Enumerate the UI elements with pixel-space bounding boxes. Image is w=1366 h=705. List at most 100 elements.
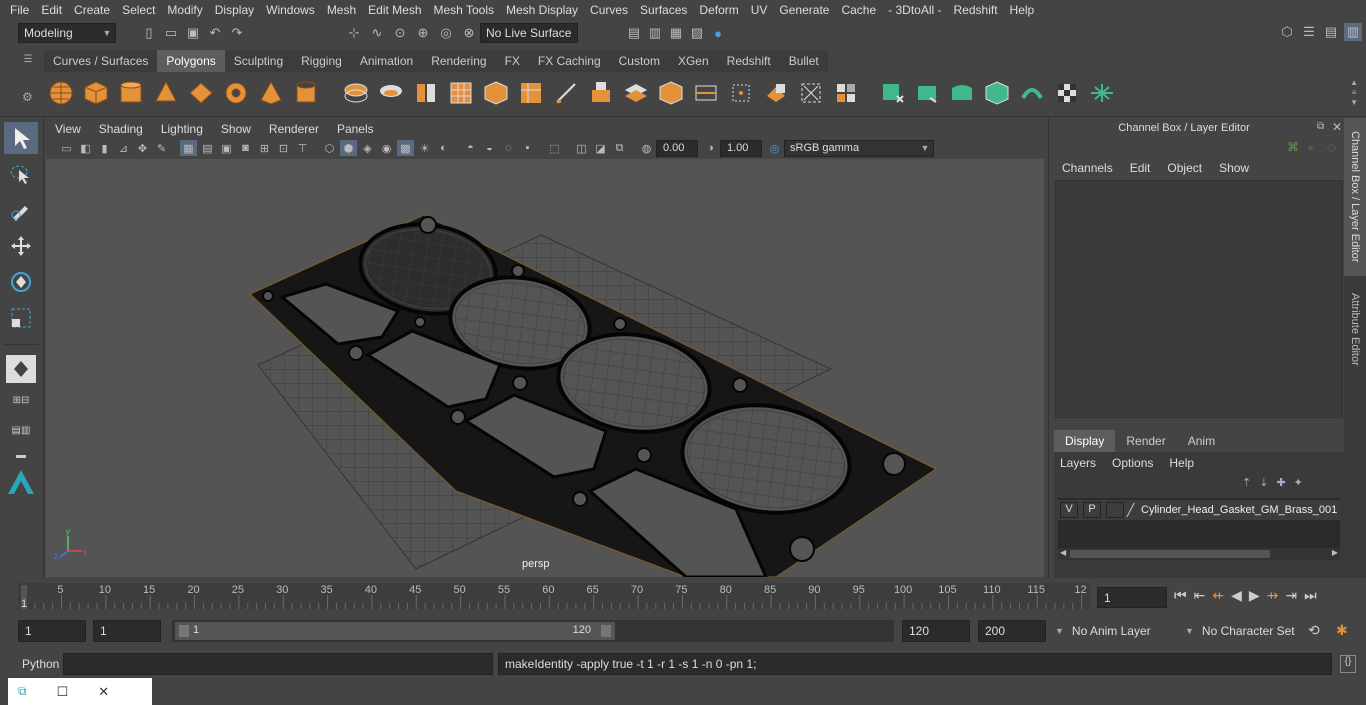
view-transform-dropdown[interactable]: sRGB gamma ▼ xyxy=(784,139,934,157)
merge-icon[interactable] xyxy=(656,78,686,108)
color-management-icon[interactable]: ◎ xyxy=(766,140,783,156)
menu-cache[interactable]: Cache xyxy=(835,3,882,17)
close-icon[interactable]: ✕ xyxy=(98,684,109,700)
depth-of-field-icon[interactable]: ▪ xyxy=(519,140,536,156)
play-forwards-icon[interactable]: ▶ xyxy=(1249,587,1260,604)
minimized-window-bar[interactable]: ⧉ ☐ ✕ xyxy=(8,678,152,705)
menu-mesh-display[interactable]: Mesh Display xyxy=(500,3,584,17)
image-plane-icon[interactable]: ⊿ xyxy=(115,140,132,156)
xray-components-icon[interactable]: ⧉ xyxy=(611,140,628,156)
snap-point-icon[interactable]: ⊙ xyxy=(391,24,409,42)
exposure-field[interactable]: 0.00 xyxy=(656,139,698,157)
multi-cut-icon[interactable] xyxy=(551,78,581,108)
layer-menu-options[interactable]: Options xyxy=(1110,456,1167,470)
panel-menu-shading[interactable]: Shading xyxy=(90,122,152,136)
camera-attributes-icon[interactable]: ◧ xyxy=(77,140,94,156)
poly-sphere-icon[interactable] xyxy=(46,78,76,108)
current-frame-field[interactable]: 1 xyxy=(1097,587,1167,608)
undo-icon[interactable]: ↶ xyxy=(206,24,224,42)
isolate-select-icon[interactable]: ⬚ xyxy=(546,140,563,156)
new-layer-selected-icon[interactable]: ✦ xyxy=(1294,476,1303,489)
panel-menu-panels[interactable]: Panels xyxy=(328,122,383,136)
screen-space-ao-icon[interactable]: ◓ xyxy=(462,140,479,156)
layer-type-toggle[interactable] xyxy=(1106,502,1124,518)
menu-select[interactable]: Select xyxy=(116,3,161,17)
auto-key-icon[interactable]: ⟲ xyxy=(1308,622,1320,639)
safe-title-icon[interactable]: ⊤ xyxy=(294,140,311,156)
lasso-tool-icon[interactable] xyxy=(4,158,38,190)
shelf-tab-fx-caching[interactable]: FX Caching xyxy=(528,50,610,72)
new-layer-icon[interactable]: ✚ xyxy=(1276,476,1285,489)
channel-box-toggle-icon[interactable]: ▥ xyxy=(1344,23,1362,41)
layer-color-icon[interactable]: ╱ xyxy=(1127,503,1141,517)
3dtoall-logo-icon[interactable] xyxy=(4,467,38,497)
shelf-tab-redshift[interactable]: Redshift xyxy=(717,50,780,72)
motion-blur-icon[interactable]: ◒ xyxy=(481,140,498,156)
shelf-menu-icon[interactable]: ☰ xyxy=(18,54,38,68)
shelf-tab-animation[interactable]: Animation xyxy=(350,50,423,72)
shelf-tab-bullet[interactable]: Bullet xyxy=(779,50,828,72)
menu-3dtoall[interactable]: - 3DtoAll - xyxy=(882,3,947,17)
animation-preferences-icon[interactable]: ✱ xyxy=(1336,622,1348,639)
hypershade-icon[interactable]: ● xyxy=(709,24,727,42)
shelf-tab-fx[interactable]: FX xyxy=(495,50,529,72)
menu-surfaces[interactable]: Surfaces xyxy=(634,3,693,17)
panel-menu-view[interactable]: View xyxy=(46,122,90,136)
tab-channel-box[interactable]: Channel Box / Layer Editor xyxy=(1344,118,1366,276)
auto-map-icon[interactable] xyxy=(796,78,826,108)
layer-row[interactable]: V P ╱ Cylinder_Head_Gasket_GM_Brass_001 xyxy=(1058,500,1340,520)
render-sequence-icon[interactable]: ▥ xyxy=(646,24,664,42)
exposure-icon[interactable]: ◍ xyxy=(638,140,655,156)
cylindrical-map-icon[interactable] xyxy=(761,78,791,108)
layer-menu-layers[interactable]: Layers xyxy=(1058,456,1110,470)
wireframe-on-shaded-icon[interactable]: ◈ xyxy=(359,140,376,156)
select-tool-icon[interactable] xyxy=(4,122,38,154)
select-faces-icon[interactable] xyxy=(877,78,907,108)
playback-end-field[interactable]: 120 xyxy=(902,620,970,642)
panel-menu-lighting[interactable]: Lighting xyxy=(152,122,212,136)
checker-icon[interactable] xyxy=(1052,78,1082,108)
select-uv-icon[interactable] xyxy=(982,78,1012,108)
smooth-shade-icon[interactable]: ⬢ xyxy=(340,140,357,156)
snap-grid-icon[interactable]: ⊹ xyxy=(345,24,363,42)
shelf-tab-rendering[interactable]: Rendering xyxy=(422,50,496,72)
film-gate-icon[interactable]: ▤ xyxy=(199,140,216,156)
time-slider[interactable]: 5 10 15 20 25 30 35 40 45 50 55 60 65 70 75 80 85 90 95 100… xyxy=(18,583,1090,610)
grid-toggle-icon[interactable]: ▦ xyxy=(180,140,197,156)
anti-aliasing-icon[interactable]: ◌ xyxy=(500,140,517,156)
poly-torus-icon[interactable] xyxy=(221,78,251,108)
save-scene-icon[interactable]: ▣ xyxy=(184,24,202,42)
poly-cube-icon[interactable] xyxy=(81,78,111,108)
channel-menu-show[interactable]: Show xyxy=(1214,161,1261,175)
redo-icon[interactable]: ↷ xyxy=(228,24,246,42)
tree-icon[interactable]: ⌘ xyxy=(1287,140,1299,154)
range-handle-end[interactable] xyxy=(601,625,611,637)
single-perspective-layout-icon[interactable] xyxy=(6,355,36,383)
safe-action-icon[interactable]: ⊡ xyxy=(275,140,292,156)
menu-help[interactable]: Help xyxy=(1004,3,1041,17)
go-to-end-icon[interactable]: ⏭ xyxy=(1304,587,1317,604)
script-editor-icon[interactable]: {} xyxy=(1340,655,1356,673)
maximize-icon[interactable]: ☐ xyxy=(57,684,69,700)
menu-deform[interactable]: Deform xyxy=(693,3,744,17)
step-back-icon[interactable]: ⇤ xyxy=(1194,587,1206,604)
layer-visibility-toggle[interactable]: V xyxy=(1060,502,1078,518)
layer-playback-toggle[interactable]: P xyxy=(1083,502,1101,518)
step-forward-key-icon[interactable]: ⇸ xyxy=(1267,587,1279,604)
channel-menu-channels[interactable]: Channels xyxy=(1057,161,1125,175)
shelf-tab-polygons[interactable]: Polygons xyxy=(157,50,225,72)
textured-icon[interactable]: ▩ xyxy=(397,140,414,156)
gamma-icon[interactable]: ◑ xyxy=(702,140,719,156)
menu-edit[interactable]: Edit xyxy=(35,3,68,17)
range-slider-track[interactable]: 1 120 xyxy=(172,620,894,642)
symmetry-icon[interactable] xyxy=(1087,78,1117,108)
shelf-tab-xgen[interactable]: XGen xyxy=(668,50,718,72)
poly-plane-icon[interactable] xyxy=(186,78,216,108)
snap-live-icon[interactable]: ⊗ xyxy=(460,24,478,42)
snap-surface-icon[interactable]: ◎ xyxy=(437,24,455,42)
play-backwards-icon[interactable]: ◀ xyxy=(1231,587,1242,604)
side-by-side-layout-icon[interactable]: ▤▥ xyxy=(4,417,38,443)
shelf-tab-rigging[interactable]: Rigging xyxy=(292,50,351,72)
attribute-editor-toggle-icon[interactable]: ☰ xyxy=(1300,23,1318,41)
shelf-settings-icon[interactable]: ⚙ xyxy=(22,90,33,104)
